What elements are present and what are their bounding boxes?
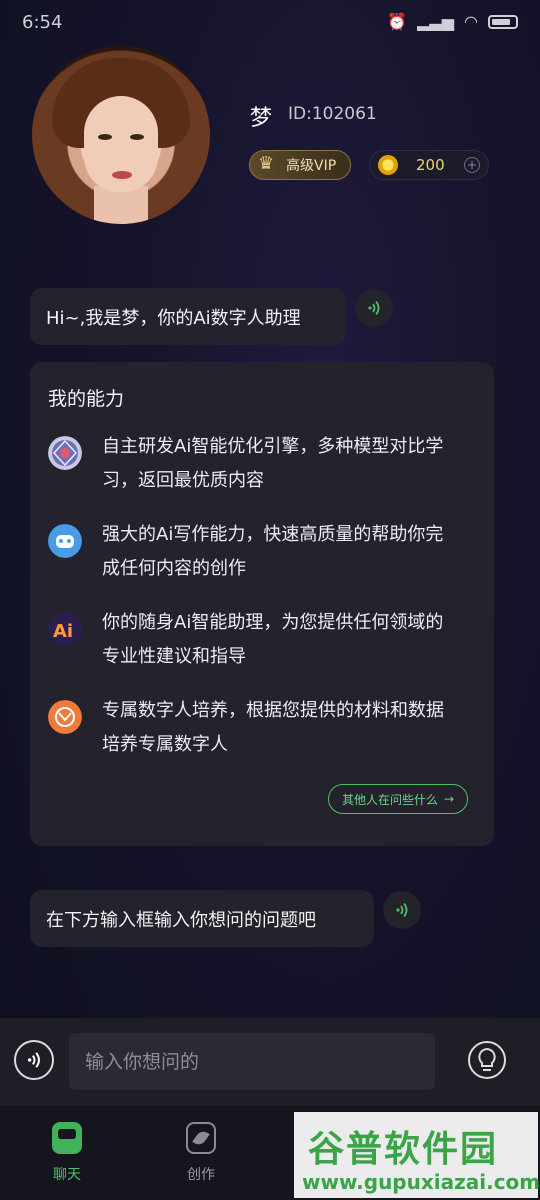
prompt-text: 在下方输入框输入你想问的问题吧 [46, 909, 316, 931]
avatar-eye-right [130, 134, 144, 140]
abilities-title: 我的能力 [48, 388, 125, 410]
alarm-icon: ⏰ [387, 12, 408, 31]
ability-text: 你的随身Ai智能助理，为您提供任何领域的专业性建议和指导 [102, 612, 444, 667]
ability-item: Ai 你的随身Ai智能助理，为您提供任何领域的专业性建议和指导 [48, 606, 478, 676]
watermark: 谷普软件园 www.gupuxiazai.com [294, 1112, 540, 1198]
others-asking-button[interactable]: 其他人在问些什么 → [328, 784, 468, 814]
lightbulb-icon[interactable] [467, 1040, 507, 1080]
coin-icon [378, 155, 398, 175]
watermark-title: 谷普软件园 [308, 1129, 499, 1170]
watermark-url: www.gupuxiazai.com [302, 1170, 540, 1194]
coin-balance[interactable]: 200 + [369, 150, 489, 180]
question-input[interactable] [69, 1033, 435, 1090]
ability-item: 自主研发Ai智能优化引擎，多种模型对比学习，返回最优质内容 [48, 430, 478, 500]
profile-name: 梦 [250, 106, 273, 131]
signal-icon: ▂▃▅ [417, 12, 455, 31]
input-bar [0, 1018, 540, 1106]
ability-item: 强大的Ai写作能力，快速高质量的帮助你完成任何内容的创作 [48, 518, 478, 588]
greeting-bubble: Hi~,我是梦，你的Ai数字人助理 [30, 288, 346, 345]
robot-icon [48, 524, 82, 558]
avatar[interactable] [32, 46, 210, 224]
coin-value: 200 [416, 156, 445, 174]
add-coins-button[interactable]: + [464, 157, 480, 173]
vip-badge[interactable]: 高级VIP [249, 150, 351, 180]
status-bar: 6:54 ⏰ ▂▃▅ ◠ [0, 0, 540, 44]
tab-chat[interactable]: 聊天 [27, 1122, 107, 1184]
others-asking-label: 其他人在问些什么 [341, 792, 438, 807]
status-icons: ⏰ ▂▃▅ ◠ [387, 12, 518, 31]
play-voice-button[interactable] [383, 891, 421, 929]
chat-icon [52, 1122, 82, 1154]
digital-human-icon [48, 700, 82, 734]
tab-create[interactable]: 创作 [161, 1122, 241, 1184]
quill-icon [186, 1122, 216, 1154]
svg-text:Ai: Ai [53, 621, 73, 642]
ability-text: 专属数字人培养，根据您提供的材料和数据培养专属数字人 [102, 700, 444, 755]
wifi-icon: ◠ [464, 12, 478, 31]
abilities-card: 我的能力 自主研发Ai智能优化引擎，多种模型对比学习，返回最优质内容 强大的Ai… [30, 362, 494, 846]
globe-engine-icon [48, 436, 82, 470]
ability-text: 强大的Ai写作能力，快速高质量的帮助你完成任何内容的创作 [102, 524, 444, 579]
voice-input-button[interactable] [14, 1040, 54, 1080]
arrow-right-icon: → [443, 792, 455, 806]
tab-create-label: 创作 [187, 1167, 215, 1183]
ability-text: 自主研发Ai智能优化引擎，多种模型对比学习，返回最优质内容 [102, 436, 444, 491]
voice-wave-icon [27, 1052, 40, 1068]
voice-wave-icon [368, 300, 380, 316]
play-voice-button[interactable] [355, 289, 393, 327]
profile-id: ID:102061 [288, 104, 377, 124]
status-time: 6:54 [22, 12, 63, 33]
greeting-text: Hi~,我是梦，你的Ai数字人助理 [46, 307, 301, 329]
crown-icon [258, 153, 278, 174]
battery-icon [488, 14, 518, 29]
tab-chat-label: 聊天 [53, 1167, 81, 1183]
ability-item: 专属数字人培养，根据您提供的材料和数据培养专属数字人 [48, 694, 478, 764]
vip-label: 高级VIP [286, 158, 337, 174]
avatar-eye-left [98, 134, 112, 140]
avatar-lips [112, 171, 132, 179]
prompt-bubble: 在下方输入框输入你想问的问题吧 [30, 890, 374, 947]
ai-logo-icon: Ai [48, 612, 82, 646]
voice-wave-icon [396, 902, 408, 918]
